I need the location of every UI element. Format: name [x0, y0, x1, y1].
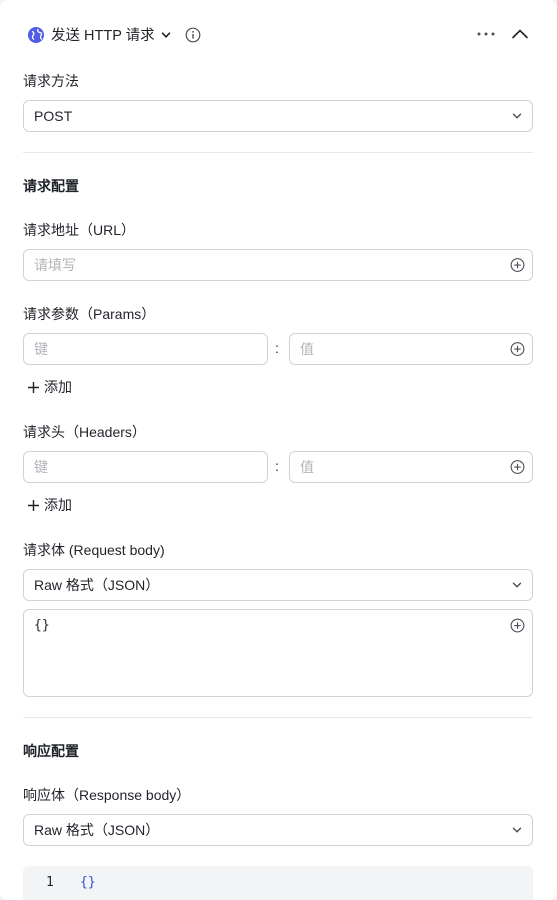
insert-variable-icon[interactable] — [510, 258, 525, 273]
plus-icon — [28, 499, 39, 511]
chevron-down-icon — [512, 827, 522, 833]
chevron-down-icon — [512, 582, 522, 588]
request-body-label: 请求体 (Request body) — [23, 542, 165, 558]
line-number: 1 — [46, 875, 54, 890]
request-body-content: {} — [34, 618, 50, 633]
params-value-placeholder: 值 — [300, 341, 314, 357]
params-key-input[interactable]: 键 — [23, 333, 268, 365]
add-header-label: 添加 — [44, 497, 72, 513]
response-body-content: {} — [80, 875, 96, 890]
node-title: 发送 HTTP 请求 — [51, 28, 155, 44]
request-body-format-value: Raw 格式（JSON） — [34, 577, 160, 593]
divider — [23, 717, 533, 718]
response-body-format-select[interactable]: Raw 格式（JSON） — [23, 814, 533, 846]
add-param-label: 添加 — [44, 379, 72, 395]
plus-icon — [28, 381, 39, 393]
insert-variable-icon[interactable] — [510, 460, 525, 475]
headers-value-placeholder: 值 — [300, 459, 314, 475]
response-body-format-value: Raw 格式（JSON） — [34, 822, 160, 838]
method-label: 请求方法 — [23, 73, 79, 89]
add-param-button[interactable]: 添加 — [27, 377, 72, 397]
method-select[interactable]: POST — [23, 100, 533, 132]
more-icon[interactable] — [476, 27, 496, 41]
add-header-button[interactable]: 添加 — [27, 495, 72, 515]
request-body-format-select[interactable]: Raw 格式（JSON） — [23, 569, 533, 601]
url-input[interactable]: 请填写 — [23, 249, 533, 281]
request-config-title: 请求配置 — [23, 178, 79, 194]
response-config-title: 响应配置 — [23, 743, 79, 759]
request-body-editor[interactable]: {} — [23, 609, 533, 697]
globe-icon — [28, 26, 44, 43]
url-label: 请求地址（URL） — [23, 222, 136, 238]
response-body-label: 响应体（Response body） — [23, 787, 191, 803]
insert-variable-icon[interactable] — [510, 618, 525, 633]
url-placeholder: 请填写 — [34, 257, 76, 273]
response-body-code-editor[interactable]: 1 {} — [23, 866, 533, 900]
insert-variable-icon[interactable] — [510, 342, 525, 357]
headers-value-input[interactable]: 值 — [289, 451, 533, 483]
collapse-icon[interactable] — [511, 27, 529, 41]
node-header: 发送 HTTP 请求 — [27, 24, 201, 45]
params-label: 请求参数（Params） — [23, 306, 156, 322]
http-request-node-panel: 发送 HTTP 请求 请求方法 POST 请求配置 请求地址（URL） 请填写 … — [0, 0, 557, 900]
headers-label: 请求头（Headers） — [23, 424, 146, 440]
info-icon[interactable] — [185, 27, 201, 43]
params-value-input[interactable]: 值 — [289, 333, 533, 365]
chevron-down-icon — [512, 113, 522, 119]
key-value-separator: : — [275, 340, 279, 356]
headers-key-placeholder: 键 — [34, 459, 48, 475]
key-value-separator: : — [275, 458, 279, 474]
chevron-down-icon[interactable] — [161, 30, 171, 40]
method-value: POST — [34, 108, 73, 124]
headers-key-input[interactable]: 键 — [23, 451, 268, 483]
divider — [23, 152, 533, 153]
params-key-placeholder: 键 — [34, 341, 48, 357]
